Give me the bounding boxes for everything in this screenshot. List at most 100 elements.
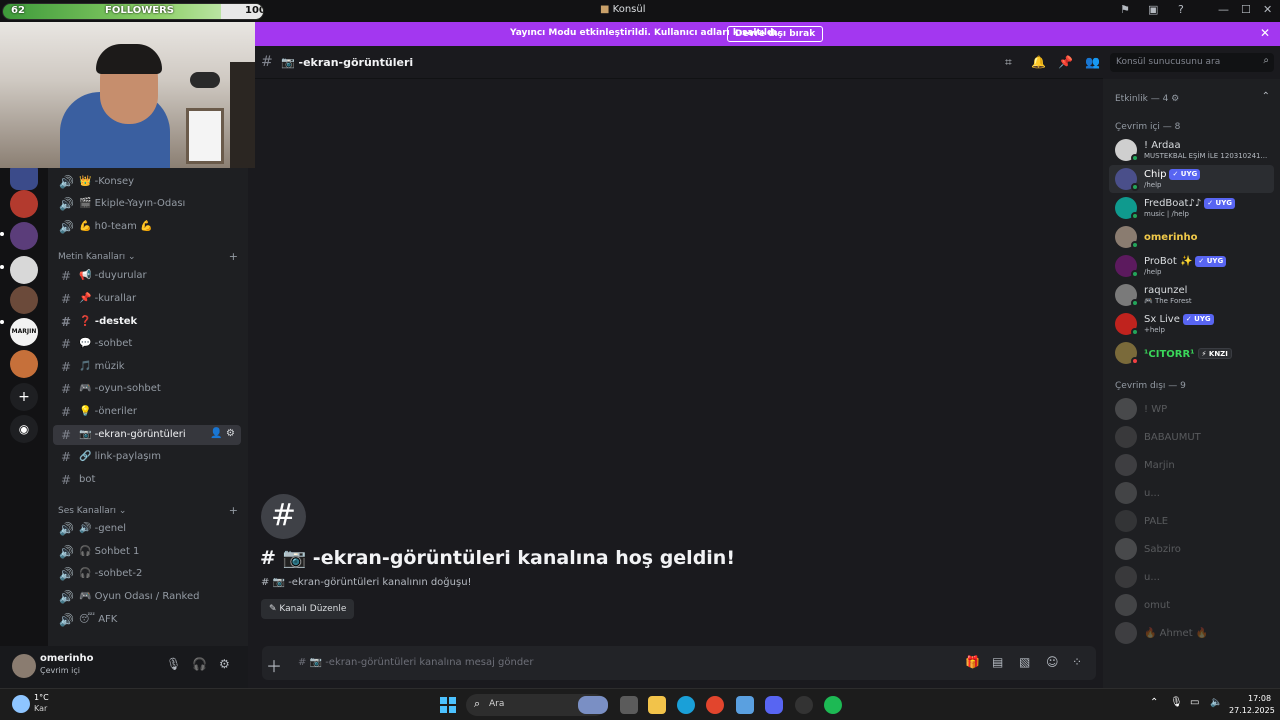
- gift-icon[interactable]: 🎁: [965, 655, 980, 669]
- avatar[interactable]: [12, 654, 36, 678]
- headphones-icon[interactable]: 🎧: [192, 657, 207, 671]
- voice-channel-h0-team[interactable]: 🔊 💪 h0-team 💪: [53, 217, 241, 237]
- member-item[interactable]: BABAUMUT: [1109, 423, 1274, 451]
- gear-icon[interactable]: ⚙: [219, 657, 230, 671]
- channel-oyun-sohbet[interactable]: # 🎮 -oyun-sohbet: [53, 379, 241, 399]
- channel-duyurular[interactable]: # 📢 -duyurular: [53, 266, 241, 286]
- voice-channel-konsey[interactable]: 🔊 👑 -Konsey: [53, 172, 241, 192]
- add-channel-icon[interactable]: +: [229, 504, 238, 517]
- network-icon[interactable]: ▭: [1190, 697, 1199, 708]
- bell-icon[interactable]: 🔔: [1031, 55, 1046, 69]
- member-item[interactable]: Sabziro: [1109, 535, 1274, 563]
- add-server-icon[interactable]: +: [10, 383, 38, 411]
- channel-kurallar[interactable]: # 📌 -kurallar: [53, 289, 241, 309]
- apps-icon[interactable]: ⁘: [1072, 655, 1082, 669]
- minimize-button[interactable]: —: [1218, 3, 1229, 16]
- server-icon[interactable]: [10, 256, 38, 284]
- screen-share-icon[interactable]: ▣: [1148, 3, 1158, 16]
- member-item[interactable]: ! Ardaa MUSTEKBAL EŞİM İLE 120310241...: [1109, 136, 1274, 164]
- channel-link-paylasim[interactable]: # 🔗 link-paylaşım: [53, 447, 241, 467]
- member-item[interactable]: FredBoat♪♪ ✓ UYG music | /help: [1109, 194, 1274, 222]
- discord-icon[interactable]: [765, 696, 783, 714]
- member-item[interactable]: Chip ✓ UYG /help: [1109, 165, 1274, 193]
- gear-icon[interactable]: ⚙: [226, 428, 235, 439]
- chevron-up-icon[interactable]: ⌃: [1262, 91, 1270, 102]
- voice-channel-oyun-odasi[interactable]: 🔊 🎮 Oyun Odası / Ranked: [53, 587, 241, 607]
- member-item[interactable]: ProBot ✨ ✓ UYG /help: [1109, 252, 1274, 280]
- channel-oneriler[interactable]: # 💡 -öneriler: [53, 402, 241, 422]
- server-search[interactable]: Konsül sunucusunu ara ⌕: [1110, 53, 1274, 72]
- inbox-flag-icon[interactable]: ⚑: [1120, 3, 1130, 16]
- server-icon[interactable]: [10, 190, 38, 218]
- spotify-icon[interactable]: [824, 696, 842, 714]
- start-button[interactable]: [440, 697, 456, 713]
- member-item[interactable]: raqunzel 🎮 The Forest: [1109, 281, 1274, 309]
- add-channel-icon[interactable]: +: [229, 250, 238, 263]
- channel-bot[interactable]: # bot: [53, 470, 241, 490]
- search-input[interactable]: Konsül sunucusunu ara: [1116, 57, 1220, 67]
- member-item[interactable]: u...: [1109, 563, 1274, 591]
- member-item[interactable]: ¹CITORR¹ ⚡ KNZI: [1109, 339, 1274, 367]
- chevron-up-icon[interactable]: ⌃: [1150, 697, 1158, 708]
- app-icon[interactable]: [736, 696, 754, 714]
- member-item[interactable]: PALE: [1109, 507, 1274, 535]
- member-item[interactable]: omerinho: [1109, 223, 1274, 251]
- member-item[interactable]: 🔥 Ahmet 🔥: [1109, 619, 1274, 647]
- member-item[interactable]: ! WP: [1109, 395, 1274, 423]
- invite-icon[interactable]: 👤: [210, 428, 222, 439]
- channel-muzik[interactable]: # 🎵 müzik: [53, 357, 241, 377]
- voice-channel-sohbet-1[interactable]: 🔊 🎧 Sohbet 1: [53, 542, 241, 562]
- channel-sohbet[interactable]: # 💬 -sohbet: [53, 334, 241, 354]
- help-icon[interactable]: ?: [1178, 3, 1184, 16]
- pin-icon[interactable]: 📌: [1058, 55, 1073, 69]
- microphone-icon[interactable]: 🎙: [166, 657, 181, 671]
- member-item[interactable]: Sx Live ✓ UYG +help: [1109, 310, 1274, 338]
- taskbar-search-input[interactable]: Ara: [489, 699, 504, 709]
- message-composer[interactable]: ＋ # 📷 -ekran-görüntüleri kanalına mesaj …: [262, 646, 1096, 680]
- search-highlight-icon[interactable]: [578, 696, 608, 714]
- category-voice-channels[interactable]: Ses Kanalları ⌄: [58, 506, 126, 516]
- member-item[interactable]: u...: [1109, 479, 1274, 507]
- channel-ekran-goruntuleri[interactable]: # 📷 -ekran-görüntüleri 👤 ⚙: [53, 425, 241, 445]
- edit-channel-button[interactable]: ✎ Kanalı Düzenle: [261, 599, 355, 619]
- chevron-down-icon: ⌄: [127, 252, 136, 262]
- task-view-icon[interactable]: [620, 696, 638, 714]
- channel-destek[interactable]: # ❓ -destek: [53, 312, 241, 332]
- maximize-button[interactable]: ☐: [1241, 3, 1251, 16]
- voice-channel-sohbet-2[interactable]: 🔊 🎧 -sohbet-2: [53, 564, 241, 584]
- activity-header[interactable]: Etkinlik — 4 ⚙: [1115, 94, 1179, 104]
- microphone-icon[interactable]: 🎙: [1170, 697, 1183, 708]
- disable-streamer-mode-button[interactable]: Devre dışı bırak: [727, 26, 824, 42]
- close-banner-icon[interactable]: ✕: [1260, 26, 1270, 40]
- sticker-icon[interactable]: ▧: [1019, 655, 1030, 669]
- add-attachment-icon[interactable]: ＋: [266, 653, 282, 677]
- clock-date[interactable]: 27.12.2025: [1229, 706, 1275, 715]
- channel-hash-icon: #: [261, 494, 306, 539]
- user-name[interactable]: omerinho: [40, 653, 94, 664]
- server-icon-marjin[interactable]: MARJIN: [10, 318, 38, 346]
- chrome-icon[interactable]: [706, 696, 724, 714]
- member-item[interactable]: Marjin: [1109, 451, 1274, 479]
- clock-time[interactable]: 17:08: [1248, 694, 1271, 703]
- message-input[interactable]: # 📷 -ekran-görüntüleri kanalına mesaj gö…: [298, 657, 533, 668]
- close-window-button[interactable]: ✕: [1263, 3, 1272, 16]
- weather-icon[interactable]: [12, 695, 30, 713]
- threads-icon[interactable]: ⌗: [1005, 55, 1012, 70]
- voice-channel-genel[interactable]: 🔊 🔊 -genel: [53, 519, 241, 539]
- file-explorer-icon[interactable]: [648, 696, 666, 714]
- voice-channel-afk[interactable]: 🔊 😴 AFK: [53, 610, 241, 630]
- edge-icon[interactable]: [677, 696, 695, 714]
- explore-icon[interactable]: ◉: [10, 415, 38, 443]
- volume-icon[interactable]: 🔈: [1210, 697, 1222, 708]
- member-list-icon[interactable]: 👥: [1085, 55, 1100, 69]
- server-icon[interactable]: [10, 350, 38, 378]
- emoji-icon[interactable]: ☺: [1046, 655, 1059, 669]
- server-icon[interactable]: [10, 286, 38, 314]
- gif-icon[interactable]: ▤: [992, 655, 1003, 669]
- member-item[interactable]: omut: [1109, 591, 1274, 619]
- category-text-channels[interactable]: Metin Kanalları ⌄: [58, 252, 136, 262]
- user-panel: omerinho Çevrim içi 🎙 🎧 ⚙: [0, 646, 248, 688]
- server-icon[interactable]: [10, 222, 38, 250]
- obs-icon[interactable]: [795, 696, 813, 714]
- voice-channel-ekiple-yayin[interactable]: 🔊 🎬 Ekiple-Yayın-Odası: [53, 194, 241, 214]
